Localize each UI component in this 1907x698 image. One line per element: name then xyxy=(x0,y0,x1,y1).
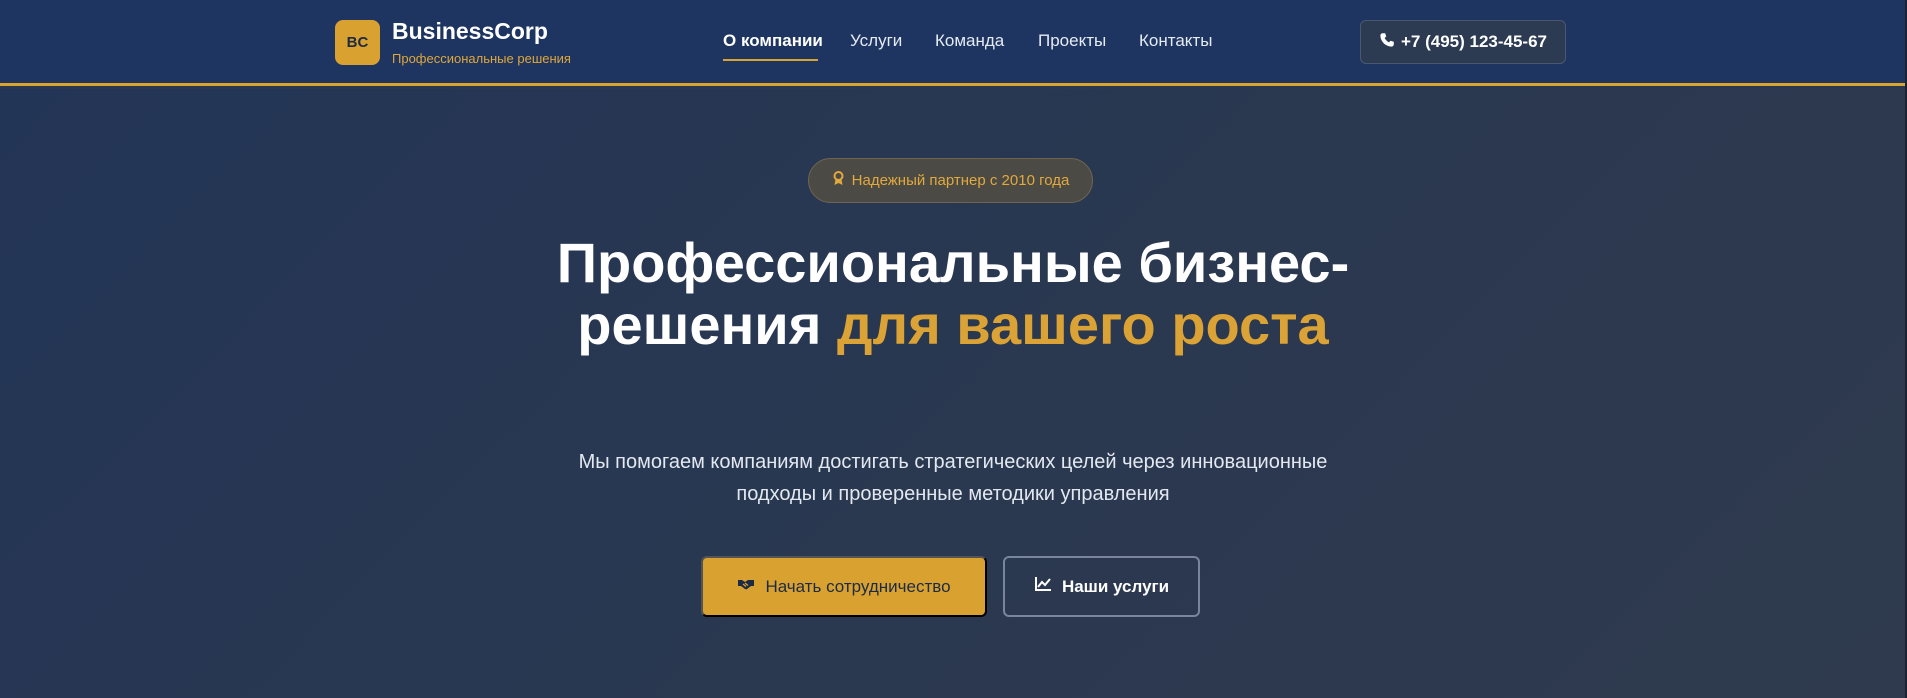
badge-text: Надежный партнер с 2010 года xyxy=(851,172,1070,189)
our-services-button[interactable]: Наши услуги xyxy=(1003,556,1200,617)
brand-tagline: Профессиональные решения xyxy=(392,51,571,66)
nav-item-services[interactable]: Услуги xyxy=(850,31,902,51)
site-header: BC BusinessCorp Профессиональные решения… xyxy=(0,0,1905,86)
hero-subtitle: Мы помогаем компаниям достигать стратеги… xyxy=(578,451,1328,505)
phone-icon xyxy=(1379,32,1395,53)
nav-item-team[interactable]: Команда xyxy=(935,31,1004,51)
start-cooperation-label: Начать сотрудничество xyxy=(765,576,951,596)
nav-item-projects[interactable]: Проекты xyxy=(1038,31,1106,51)
hero-title-accent: для вашего роста xyxy=(836,293,1329,356)
chart-line-icon xyxy=(1034,576,1052,597)
handshake-icon xyxy=(737,576,755,597)
our-services-label: Наши услуги xyxy=(1061,576,1170,596)
nav-item-contacts[interactable]: Контакты xyxy=(1139,31,1212,51)
nav-active-indicator xyxy=(723,59,818,61)
phone-button[interactable]: +7 (495) 123-45-67 xyxy=(1360,20,1566,64)
trust-badge: Надежный партнер с 2010 года xyxy=(808,158,1093,203)
brand-name[interactable]: BusinessCorp xyxy=(392,18,548,45)
logo[interactable]: BC xyxy=(335,20,380,65)
start-cooperation-button[interactable]: Начать сотрудничество xyxy=(701,556,987,617)
phone-number: +7 (495) 123-45-67 xyxy=(1400,32,1548,51)
hero-title: Профессиональные бизнес-решения для ваше… xyxy=(553,232,1353,356)
award-icon xyxy=(832,171,845,190)
nav-item-about[interactable]: О компании xyxy=(723,31,823,51)
